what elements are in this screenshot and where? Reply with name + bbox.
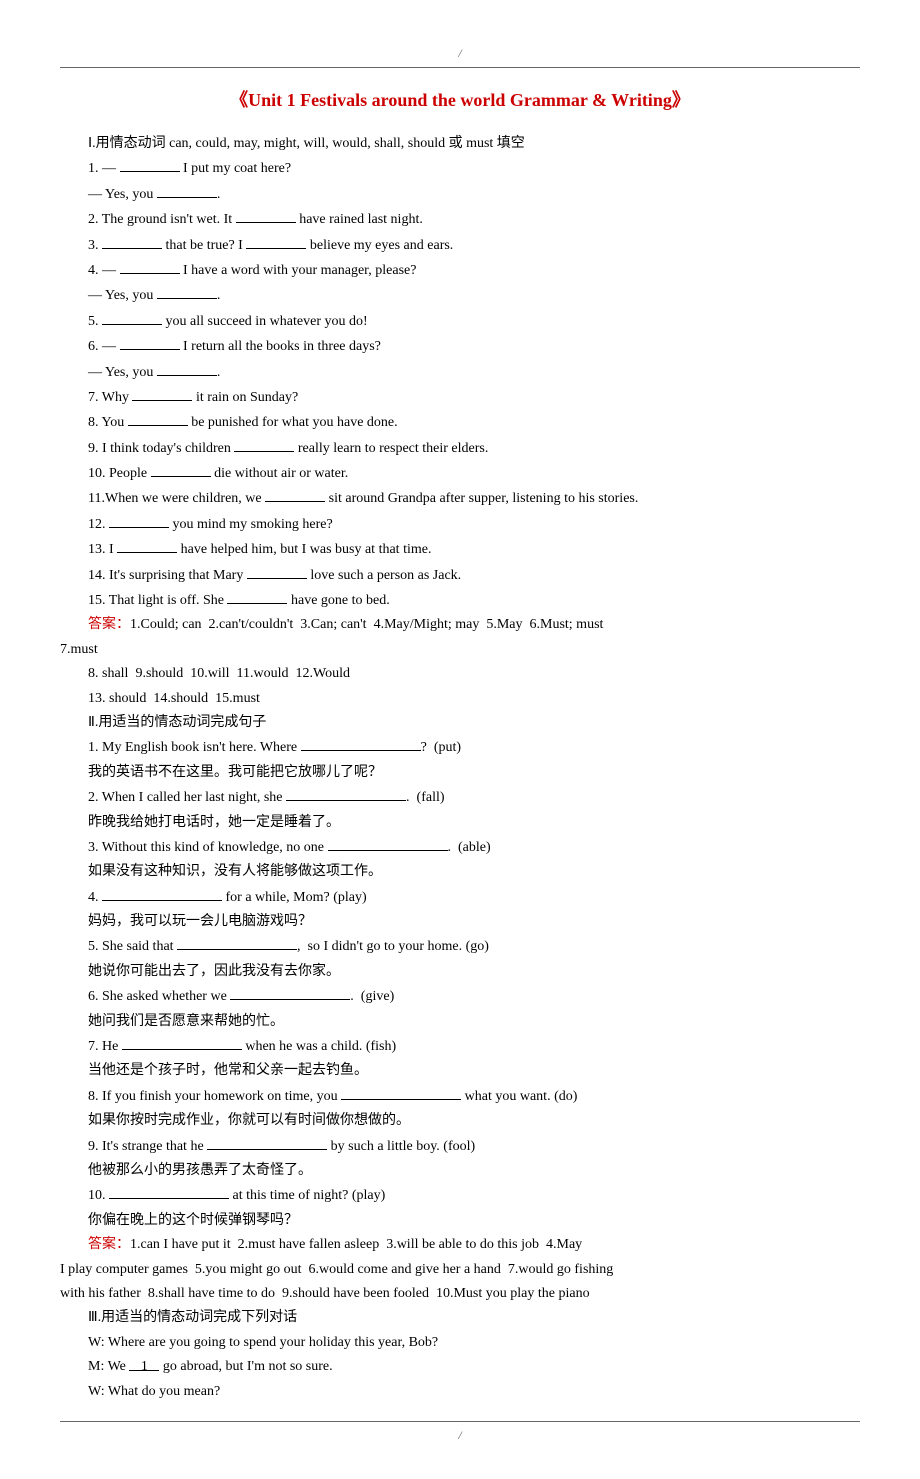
answer-label-2: 答案： <box>88 1237 130 1252</box>
s1-q13: 13. I have helped him, but I was busy at… <box>88 538 860 561</box>
s1-q6-reply: — Yes, you . <box>88 361 860 384</box>
s1-q1: 1. — I put my coat here? <box>88 157 860 180</box>
s1-q14: 14. It's surprising that Mary love such … <box>88 564 860 587</box>
s1-q5: 5. you all succeed in whatever you do! <box>88 310 860 333</box>
s1-q1-reply: — Yes, you . <box>88 183 860 206</box>
content-body: Ⅰ.用情态动词 can, could, may, might, will, wo… <box>60 133 860 1403</box>
s1-q9: 9. I think today's children really learn… <box>88 437 860 460</box>
s2-q7-cn: 当他还是个孩子时，他常和父亲一起去钓鱼。 <box>88 1060 860 1082</box>
s2-q5: 5. She said that , so I didn't go to you… <box>88 935 860 958</box>
s2-q3-cn: 如果没有这种知识，没有人将能够做这项工作。 <box>88 861 860 883</box>
answer-label: 答案： <box>88 617 130 632</box>
s1-answer-line2: 8. shall 9.should 10.will 11.would 12.Wo… <box>88 663 860 685</box>
section3-heading: Ⅲ.用适当的情态动词完成下列对话 <box>88 1307 860 1329</box>
s2-q7: 7. He when he was a child. (fish) <box>88 1035 860 1058</box>
s2-q9: 9. It's strange that he by such a little… <box>88 1135 860 1158</box>
s1-q6: 6. — I return all the books in three day… <box>88 335 860 358</box>
s1-q15: 15. That light is off. She have gone to … <box>88 589 860 612</box>
s1-answer-line1b: 7.must <box>60 639 860 661</box>
document-page: / 《Unit 1 Festivals around the world Gra… <box>0 0 920 1479</box>
s2-q4: 4. for a while, Mom? (play) <box>88 886 860 909</box>
header-slash: / <box>60 44 860 63</box>
s2-q3: 3. Without this kind of knowledge, no on… <box>88 836 860 859</box>
s2-q4-cn: 妈妈，我可以玩一会儿电脑游戏吗？ <box>88 911 860 933</box>
s2-answer-line2: I play computer games 5.you might go out… <box>60 1259 860 1281</box>
s2-q2-cn: 昨晚我给她打电话时，她一定是睡着了。 <box>88 812 860 834</box>
s2-q8-cn: 如果你按时完成作业，你就可以有时间做你想做的。 <box>88 1110 860 1132</box>
section2-heading: Ⅱ.用适当的情态动词完成句子 <box>88 712 860 734</box>
s3-m1: M: We 1 go abroad, but I'm not so sure. <box>88 1356 860 1378</box>
section1-heading: Ⅰ.用情态动词 can, could, may, might, will, wo… <box>88 133 860 155</box>
s3-w2: W: What do you mean? <box>88 1381 860 1403</box>
s1-q4: 4. — I have a word with your manager, pl… <box>88 259 860 282</box>
s1-q8: 8. You be punished for what you have don… <box>88 411 860 434</box>
s2-q5-cn: 她说你可能出去了，因此我没有去你家。 <box>88 961 860 983</box>
s1-q2: 2. The ground isn't wet. It have rained … <box>88 208 860 231</box>
s1-q3: 3. that be true? I believe my eyes and e… <box>88 234 860 257</box>
s2-q9-cn: 他被那么小的男孩愚弄了太奇怪了。 <box>88 1160 860 1182</box>
s1-q4-reply: — Yes, you . <box>88 284 860 307</box>
s2-q8: 8. If you finish your homework on time, … <box>88 1085 860 1108</box>
footer-slash: / <box>60 1426 860 1445</box>
s2-q6-cn: 她问我们是否愿意来帮她的忙。 <box>88 1011 860 1033</box>
s3-w1: W: Where are you going to spend your hol… <box>88 1332 860 1354</box>
s2-answer-line1: 答案：1.can I have put it 2.must have falle… <box>88 1234 860 1256</box>
s1-q10: 10. People die without air or water. <box>88 462 860 485</box>
s1-q7: 7. Why it rain on Sunday? <box>88 386 860 409</box>
footer-rule <box>60 1421 860 1422</box>
page-title: 《Unit 1 Festivals around the world Gramm… <box>60 86 860 115</box>
s2-q10-cn: 你偏在晚上的这个时候弹钢琴吗？ <box>88 1210 860 1232</box>
s1-q12: 12. you mind my smoking here? <box>88 513 860 536</box>
s2-q1-cn: 我的英语书不在这里。我可能把它放哪儿了呢？ <box>88 762 860 784</box>
s2-q1: 1. My English book isn't here. Where ? (… <box>88 736 860 759</box>
s2-q2: 2. When I called her last night, she . (… <box>88 786 860 809</box>
s2-q10: 10. at this time of night? (play) <box>88 1184 860 1207</box>
s1-answer-line3: 13. should 14.should 15.must <box>88 688 860 710</box>
header-rule <box>60 67 860 68</box>
s1-q11: 11.When we were children, we sit around … <box>88 487 860 510</box>
s2-q6: 6. She asked whether we . (give) <box>88 985 860 1008</box>
s1-answer-line1: 答案：1.Could; can 2.can't/couldn't 3.Can; … <box>88 614 860 636</box>
